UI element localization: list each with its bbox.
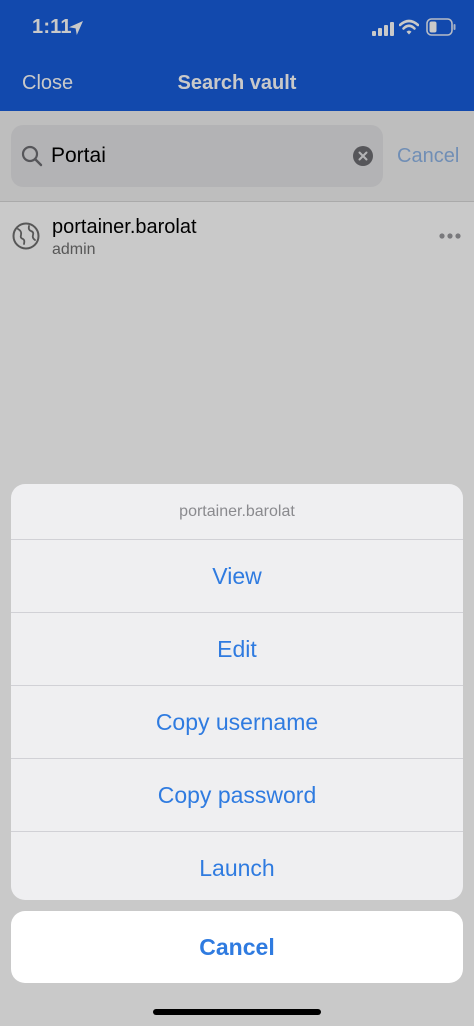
edit-button[interactable]: Edit	[11, 613, 463, 686]
home-indicator[interactable]	[153, 1009, 321, 1015]
action-sheet: portainer.barolat View Edit Copy usernam…	[11, 484, 463, 900]
view-button[interactable]: View	[11, 540, 463, 613]
launch-button[interactable]: Launch	[11, 832, 463, 900]
action-sheet-title: portainer.barolat	[11, 484, 463, 540]
cancel-button[interactable]: Cancel	[11, 911, 463, 983]
copy-password-button[interactable]: Copy password	[11, 759, 463, 832]
copy-username-button[interactable]: Copy username	[11, 686, 463, 759]
